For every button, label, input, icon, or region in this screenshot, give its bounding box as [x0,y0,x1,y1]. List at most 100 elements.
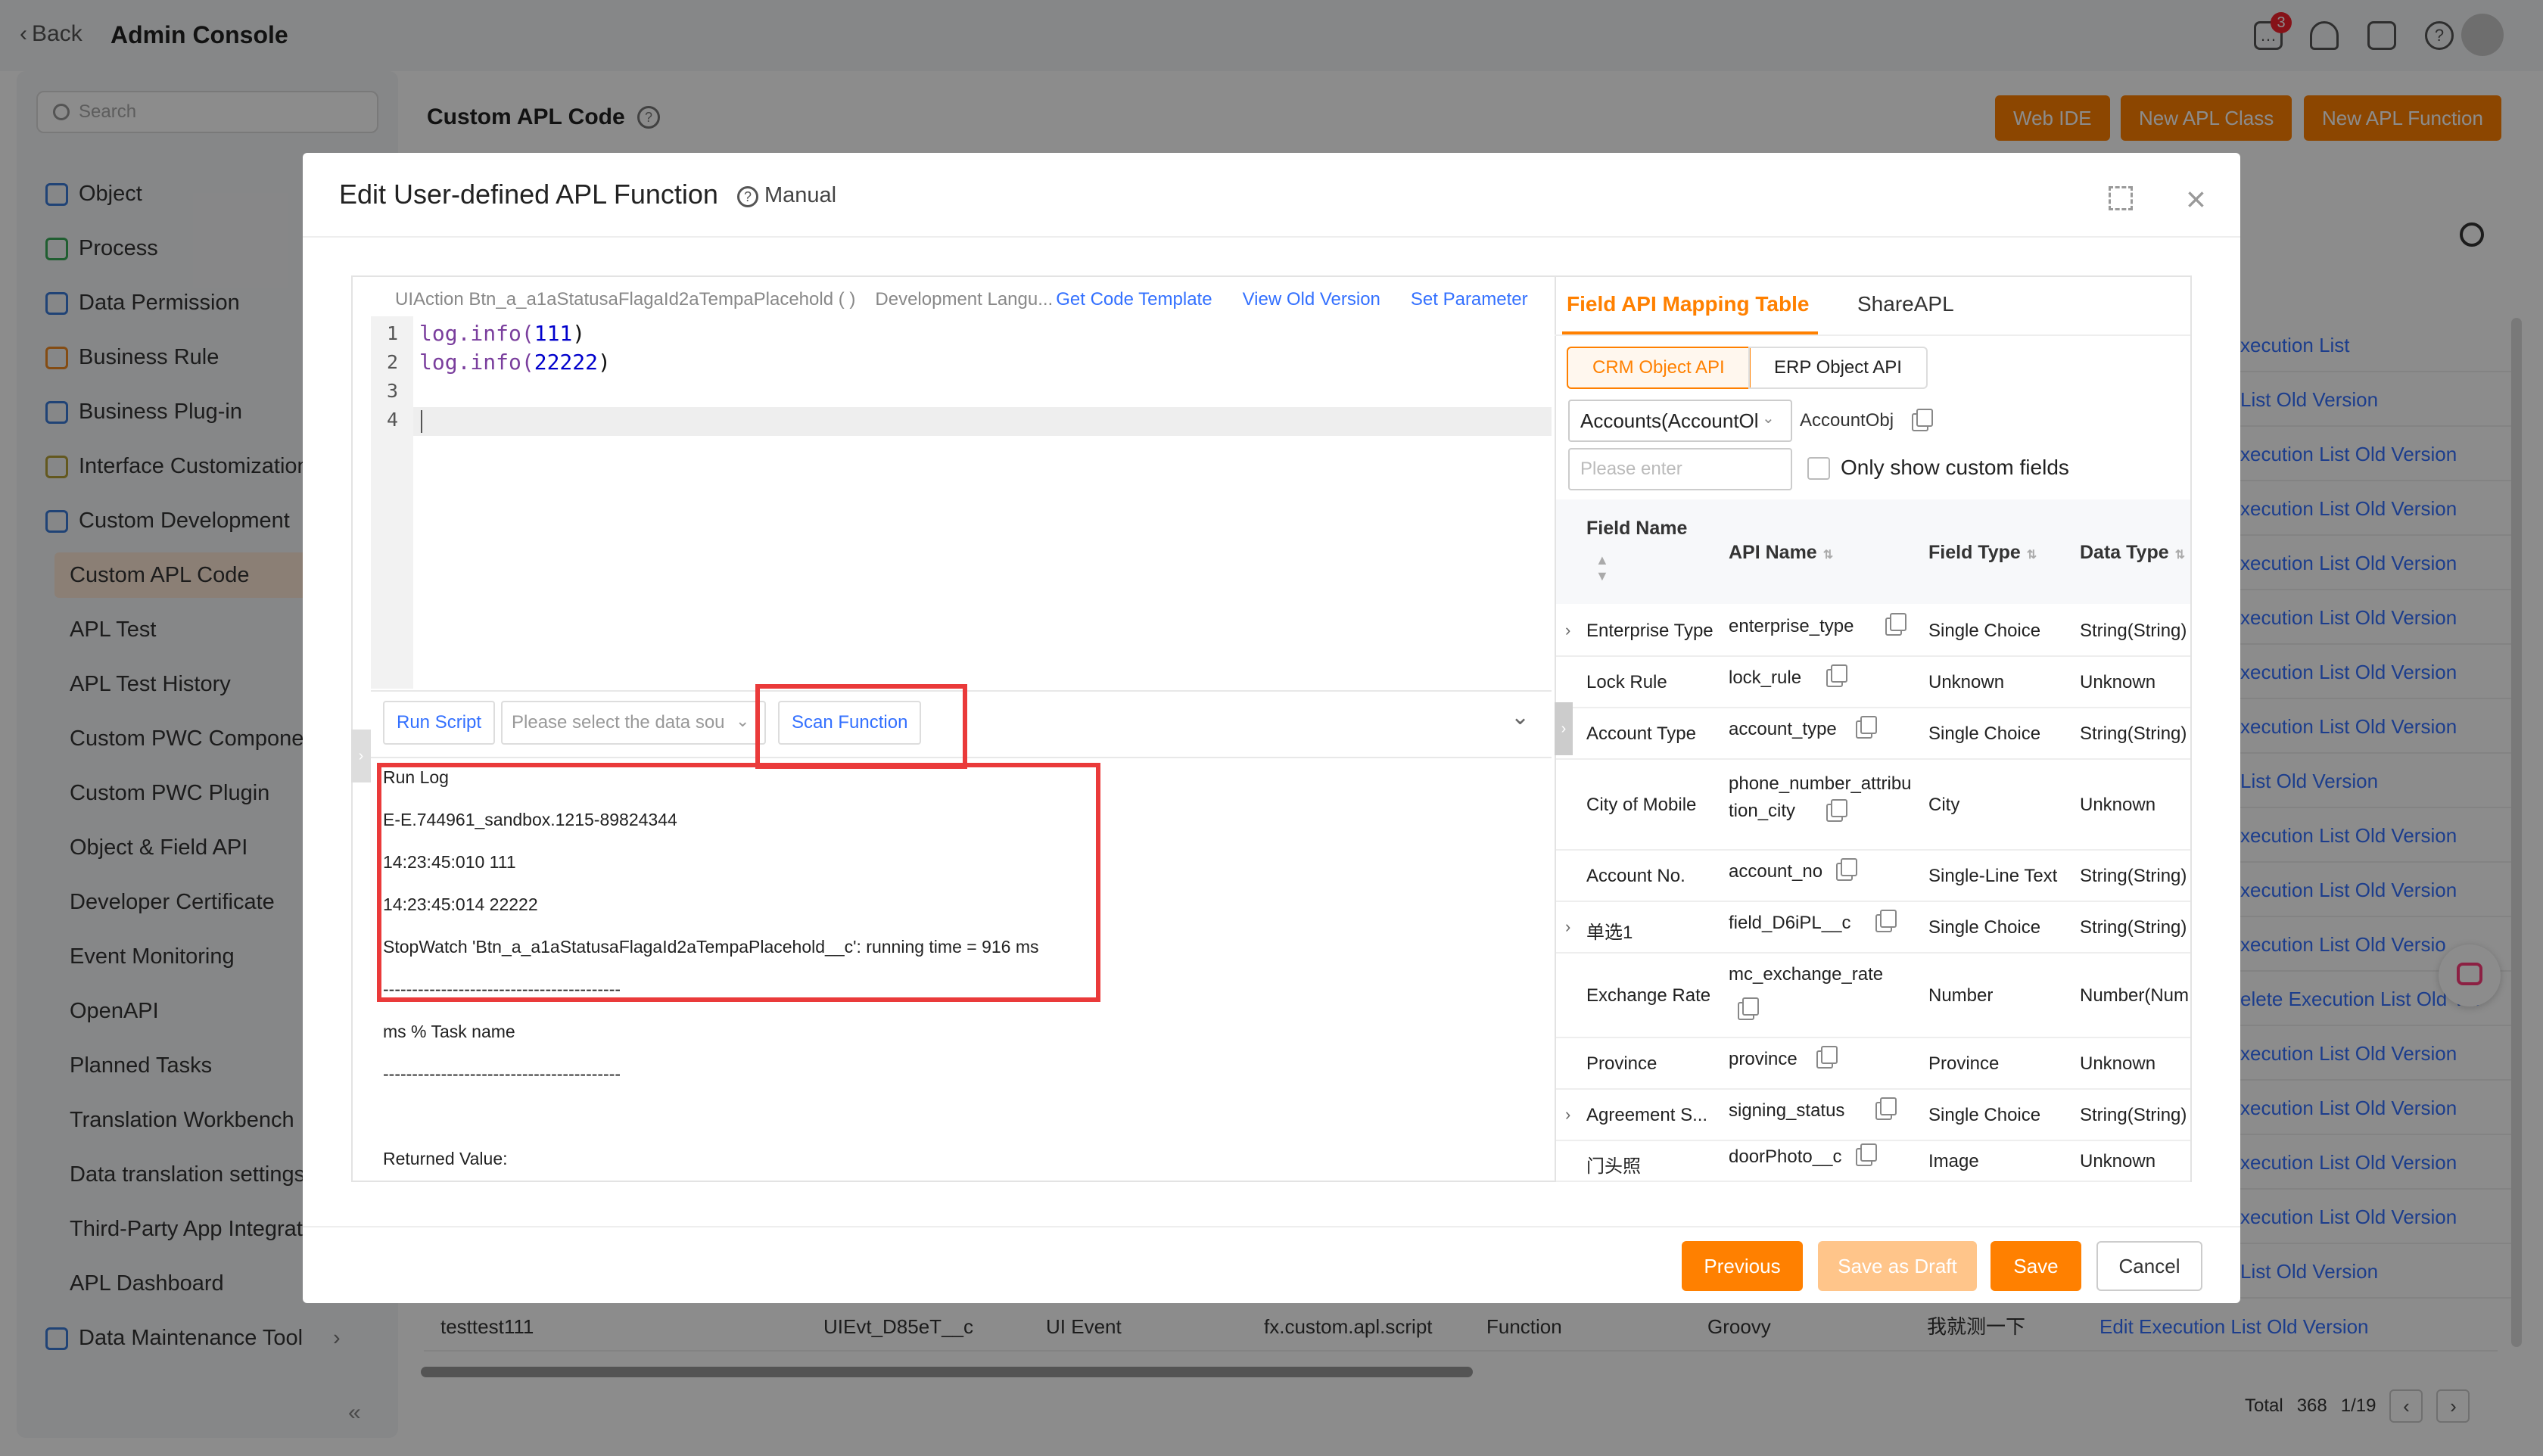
data-type-cell: String(String) [2080,723,2187,744]
divider [303,236,2240,238]
erp-object-api-segment[interactable]: ERP Object API [1748,347,1928,389]
column-header-field-name[interactable]: Field Name [1586,518,1687,540]
sort-icon: ⇅ [2026,549,2037,562]
current-line-highlight [413,407,1552,436]
sort-icon: ⇅ [1822,549,1834,562]
field-search-input[interactable]: Please enter [1568,448,1792,490]
copy-icon[interactable] [1875,910,1897,932]
data-type-cell: Number(Num [2080,985,2190,1006]
api-name-cell: enterprise_type [1729,616,1854,636]
sort-icon[interactable]: ▲ ▼ [1595,552,1609,584]
field-type-cell: Single-Line Text [1928,866,2058,886]
only-custom-checkbox[interactable] [1807,457,1830,480]
previous-button[interactable]: Previous [1682,1241,1803,1291]
copy-icon[interactable] [1836,858,1857,881]
crm-object-api-segment[interactable]: CRM Object API [1567,347,1751,389]
copy-icon[interactable] [1826,799,1847,822]
get-code-template-link[interactable]: Get Code Template [1056,289,1212,310]
highlight-box [377,763,1100,1002]
field-name-cell: Exchange Rate [1586,985,1711,1006]
close-icon[interactable]: × [2186,182,2206,216]
column-header-api-name[interactable]: API Name ⇅ [1729,542,1833,564]
copy-icon[interactable] [1856,716,1877,739]
table-row[interactable]: › Agreement S... signing_status Single Choi… [1556,1090,2190,1141]
sort-icon: ⇅ [2174,549,2186,562]
expand-icon[interactable]: › [1565,917,1570,937]
help-icon[interactable]: ? [737,186,758,207]
data-type-cell: Unknown [2080,1053,2156,1074]
set-parameter-link[interactable]: Set Parameter [1411,289,1528,310]
field-type-cell: Single Choice [1928,723,2041,744]
column-header-field-type[interactable]: Field Type ⇅ [1928,542,2037,564]
api-name-cell: lock_rule [1729,667,1802,688]
line-number: 1 [386,322,398,344]
field-name-cell: Province [1586,1053,1657,1074]
field-name-cell: Account No. [1586,866,1685,886]
tab-field-api-mapping[interactable]: Field API Mapping Table [1567,292,1809,316]
field-name-cell: 单选1 [1586,922,1633,943]
table-row[interactable]: Exchange Rate mc_exchange_rate Number Numbe… [1556,954,2190,1038]
expand-icon[interactable]: › [1565,621,1570,640]
copy-icon[interactable] [1826,664,1847,687]
data-type-cell: String(String) [2080,1105,2187,1125]
data-type-cell: Unknown [2080,672,2156,692]
line-number: 2 [386,351,398,373]
table-row[interactable]: › Enterprise Type enterprise_type Single Ch… [1556,605,2190,657]
field-type-cell: City [1928,795,1960,815]
divider [1555,334,2190,336]
api-name-cell: mc_exchange_rate [1729,964,1884,985]
save-button[interactable]: Save [1991,1241,2081,1291]
column-header-data-type[interactable]: Data Type ⇅ [2080,542,2185,564]
data-type-cell: Unknown [2080,1151,2156,1171]
tab-shareapl[interactable]: ShareAPL [1857,292,1954,316]
table-row[interactable]: Province province Province Unknown [1556,1038,2190,1090]
field-name-cell: City of Mobile [1586,795,1697,815]
only-custom-label: Only show custom fields [1841,456,2069,479]
log-line: Returned Value: [383,1149,508,1168]
view-old-version-link[interactable]: View Old Version [1243,289,1380,310]
copy-icon[interactable] [1885,613,1906,636]
table-row[interactable]: City of Mobile phone_number_attribu tion_c… [1556,760,2190,851]
copy-icon[interactable] [1738,997,1759,1020]
table-row[interactable]: Account No. account_no Single-Line Text Str… [1556,851,2190,902]
api-name-cell: province [1729,1049,1798,1069]
cancel-button[interactable]: Cancel [2096,1241,2202,1291]
run-script-button[interactable]: Run Script [383,701,496,745]
panel-toggle-handle[interactable]: › [351,730,371,782]
chevron-down-icon: ⌄ [1762,410,1775,427]
field-name-cell: Lock Rule [1586,672,1667,692]
fullscreen-icon[interactable] [2109,186,2133,210]
chevron-down-icon[interactable]: ⌄ [1511,704,1530,730]
table-row[interactable]: Account Type account_type Single Choice Str… [1556,708,2190,760]
object-select[interactable]: Accounts(AccountOl [1568,400,1792,442]
panel-toggle-handle[interactable]: › [1555,702,1573,755]
table-row[interactable]: Lock Rule lock_rule Unknown Unknown [1556,657,2190,708]
copy-icon[interactable] [1912,409,1933,431]
save-as-draft-button[interactable]: Save as Draft [1818,1241,1977,1291]
dialog-title: Edit User-defined APL Function [339,179,718,210]
expand-icon[interactable]: › [1565,1105,1570,1125]
field-type-cell: Unknown [1928,672,2005,692]
manual-link[interactable]: Manual [764,183,836,208]
log-line: ms % Task name [383,1022,515,1041]
field-name-cell: Agreement S... [1586,1105,1708,1125]
api-name-cell: account_no [1729,861,1823,882]
divider [303,1226,2240,1227]
table-row[interactable]: › 单选1 field_D6iPL__c Single Choice String(St… [1556,902,2190,954]
code-line: log.info(22222) [419,350,611,375]
copy-icon[interactable] [1875,1097,1897,1120]
text-cursor [421,410,422,433]
data-type-cell: String(String) [2080,621,2187,641]
data-type-cell: String(String) [2080,917,2187,938]
data-source-select[interactable]: Please select the data sou [501,701,766,745]
copy-icon[interactable] [1816,1046,1838,1069]
api-name-cell: field_D6iPL__c [1729,913,1851,933]
api-name-cell: account_type [1729,719,1837,739]
copy-icon[interactable] [1856,1143,1877,1166]
data-type-cell: String(String) [2080,866,2187,886]
field-name-cell: Account Type [1586,723,1696,744]
field-type-cell: Single Choice [1928,917,2041,938]
table-row[interactable]: 门头照 doorPhoto__c Image Unknown [1556,1141,2190,1182]
field-name-cell: 门头照 [1586,1156,1641,1177]
editor-header: UIAction Btn_a_a1aStatusaFlagaId2aTempaP… [395,289,1528,310]
